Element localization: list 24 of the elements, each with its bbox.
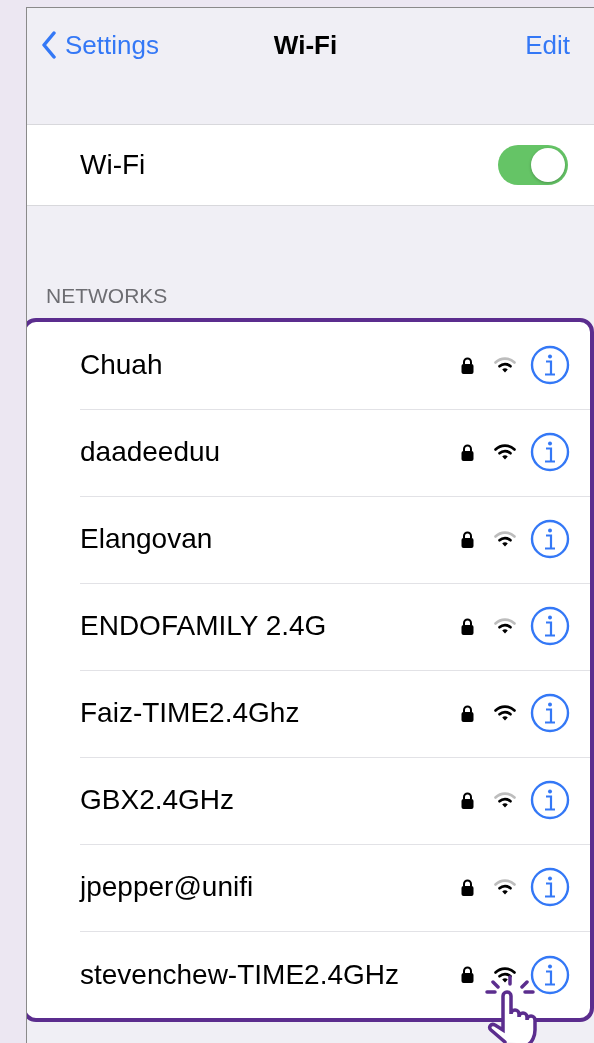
- network-name[interactable]: Chuah: [80, 349, 461, 381]
- network-name[interactable]: stevenchew-TIME2.4GHz: [80, 958, 461, 991]
- wifi-toggle[interactable]: [498, 145, 568, 185]
- section-header: NETWORKS: [45, 284, 169, 309]
- info-icon[interactable]: [530, 345, 570, 385]
- wifi-label: Wi-Fi: [80, 149, 146, 181]
- info-icon[interactable]: [530, 867, 570, 907]
- network-name[interactable]: Faiz-TIME2.4Ghz: [80, 697, 461, 729]
- info-icon[interactable]: [530, 606, 570, 646]
- back-label[interactable]: Settings: [65, 29, 159, 61]
- info-icon[interactable]: [530, 780, 570, 820]
- info-icon[interactable]: [530, 519, 570, 559]
- network-name[interactable]: ENDOFAMILY 2.4G: [80, 610, 461, 642]
- back-button[interactable]: Settings: [41, 29, 274, 61]
- network-name[interactable]: Elangovan: [80, 523, 461, 555]
- network-name[interactable]: daadeeduu: [80, 436, 461, 468]
- edit-button[interactable]: Edit: [525, 29, 570, 61]
- network-name[interactable]: jpepper@unifi: [80, 871, 461, 903]
- chevron-left-icon: [41, 31, 57, 59]
- page-title: Wi-Fi: [273, 29, 338, 61]
- network-name[interactable]: GBX2.4GHz: [80, 784, 461, 816]
- info-icon[interactable]: [530, 693, 570, 733]
- info-icon[interactable]: [530, 954, 570, 995]
- info-icon[interactable]: [530, 432, 570, 472]
